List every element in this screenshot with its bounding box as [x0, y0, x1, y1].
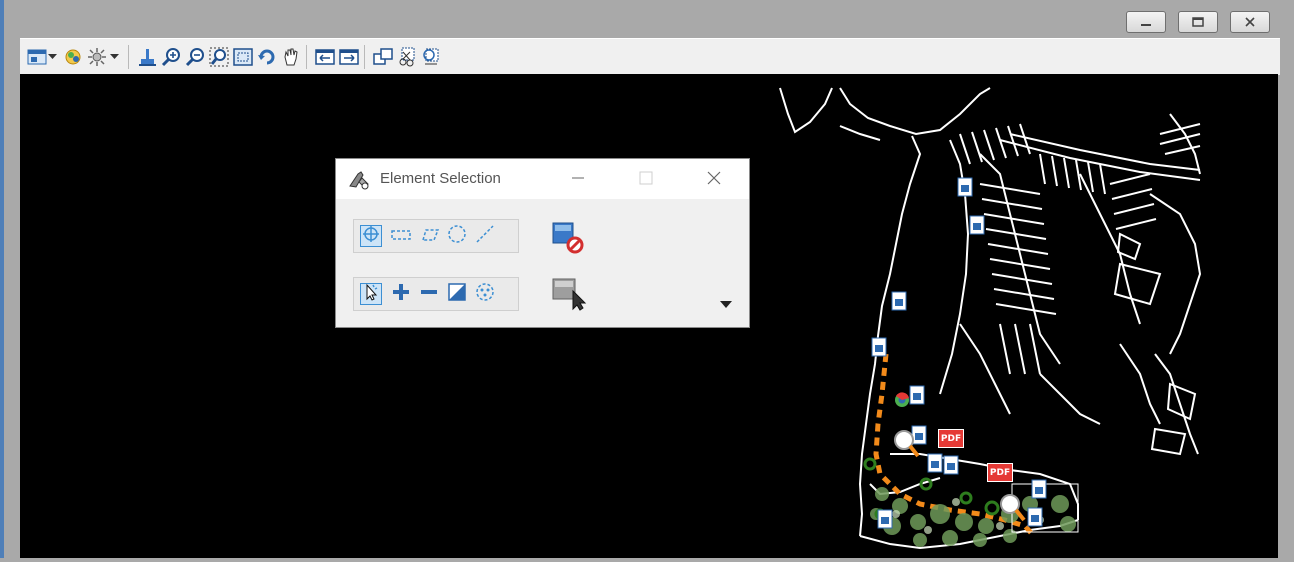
window-area-icon	[209, 47, 229, 67]
close-button[interactable]	[1230, 11, 1270, 33]
lighting-icon	[87, 47, 107, 67]
window-title-bar	[0, 0, 1294, 36]
next-view-icon	[339, 48, 359, 66]
select-all-icon	[475, 282, 495, 306]
update-view-button[interactable]	[136, 46, 158, 68]
update-view-icon	[137, 47, 157, 67]
maximize-icon	[639, 170, 653, 189]
minimize-icon	[1139, 13, 1153, 32]
circle-method-icon	[447, 224, 467, 248]
zoom-out-icon	[185, 47, 205, 67]
view-attributes-button[interactable]	[26, 46, 48, 68]
close-icon	[1243, 13, 1257, 32]
previous-view-button[interactable]	[314, 46, 336, 68]
dropdown-arrow-icon	[109, 54, 119, 60]
selection-method-group	[353, 219, 519, 253]
zoom-out-button[interactable]	[184, 46, 206, 68]
clear-selection-button[interactable]	[551, 221, 591, 255]
fit-view-button[interactable]	[232, 46, 254, 68]
dropdown-arrow-icon	[47, 54, 57, 60]
minimize-icon	[571, 170, 585, 189]
select-all-button[interactable]	[474, 283, 496, 305]
new-mode-icon	[362, 283, 380, 305]
restore-icon	[1191, 13, 1205, 32]
toolbar-separator	[364, 45, 365, 69]
individual-method-icon	[362, 225, 380, 247]
dialog-minimize-button[interactable]	[564, 167, 592, 191]
element-selection-dialog[interactable]: Element Selection	[335, 158, 750, 328]
window-right-border	[1280, 36, 1294, 562]
clear-selection-icon	[551, 222, 587, 259]
window-area-button[interactable]	[208, 46, 230, 68]
dropdown-arrow-icon	[720, 294, 732, 313]
subtract-mode-button[interactable]	[418, 283, 440, 305]
clip-volume-button[interactable]	[396, 46, 418, 68]
zoom-in-button[interactable]	[160, 46, 182, 68]
minimize-button[interactable]	[1126, 11, 1166, 33]
clip-mask-icon	[421, 47, 441, 67]
selection-mode-group	[353, 277, 519, 311]
restore-button[interactable]	[1178, 11, 1218, 33]
dialog-maximize-button[interactable]	[632, 167, 660, 191]
pdf-marker[interactable]: PDF	[987, 463, 1013, 482]
view-attributes-dropdown[interactable]	[46, 46, 58, 68]
shape-method-button[interactable]	[418, 225, 440, 247]
line-method-button[interactable]	[474, 225, 496, 247]
view-toolbar	[20, 38, 1280, 75]
fit-view-icon	[233, 47, 253, 67]
view-attributes-icon	[27, 48, 47, 66]
subtract-mode-icon	[419, 282, 439, 306]
previous-view-icon	[315, 48, 335, 66]
window-left-border	[0, 0, 4, 562]
display-mode-button[interactable]	[62, 46, 84, 68]
copy-view-icon	[373, 47, 393, 67]
select-element-button[interactable]	[551, 277, 591, 311]
copy-view-button[interactable]	[372, 46, 394, 68]
select-element-icon	[551, 278, 587, 315]
invert-mode-button[interactable]	[446, 283, 468, 305]
lighting-button[interactable]	[86, 46, 108, 68]
block-method-icon	[391, 227, 411, 246]
close-icon	[707, 170, 721, 189]
invert-mode-icon	[447, 282, 467, 306]
rotate-view-icon	[257, 47, 277, 67]
dialog-title-bar[interactable]: Element Selection	[336, 159, 749, 199]
circle-method-button[interactable]	[446, 225, 468, 247]
pan-view-button[interactable]	[280, 46, 302, 68]
dialog-close-button[interactable]	[700, 167, 728, 191]
pdf-marker[interactable]: PDF	[938, 429, 964, 448]
toolbar-separator	[306, 45, 307, 69]
clip-mask-button[interactable]	[420, 46, 442, 68]
zoom-in-icon	[161, 47, 181, 67]
shape-method-icon	[419, 227, 440, 246]
clip-volume-icon	[397, 47, 417, 67]
view-display-mode-icon	[63, 47, 83, 67]
individual-method-button[interactable]	[360, 225, 382, 247]
add-mode-button[interactable]	[390, 283, 412, 305]
pan-view-icon	[281, 47, 301, 67]
expand-dropdown-button[interactable]	[716, 295, 736, 311]
new-mode-button[interactable]	[360, 283, 382, 305]
toolbar-separator	[128, 45, 129, 69]
dialog-title: Element Selection	[380, 170, 501, 187]
line-method-icon	[475, 224, 495, 248]
rotate-view-button[interactable]	[256, 46, 278, 68]
next-view-button[interactable]	[338, 46, 360, 68]
pdf-marker-label: PDF	[940, 433, 962, 444]
add-mode-icon	[391, 282, 411, 306]
pdf-marker-label: PDF	[989, 467, 1011, 478]
element-selection-tool-icon	[346, 168, 370, 194]
block-method-button[interactable]	[390, 225, 412, 247]
window-bottom-border	[0, 558, 1294, 562]
lighting-dropdown[interactable]	[108, 46, 120, 68]
